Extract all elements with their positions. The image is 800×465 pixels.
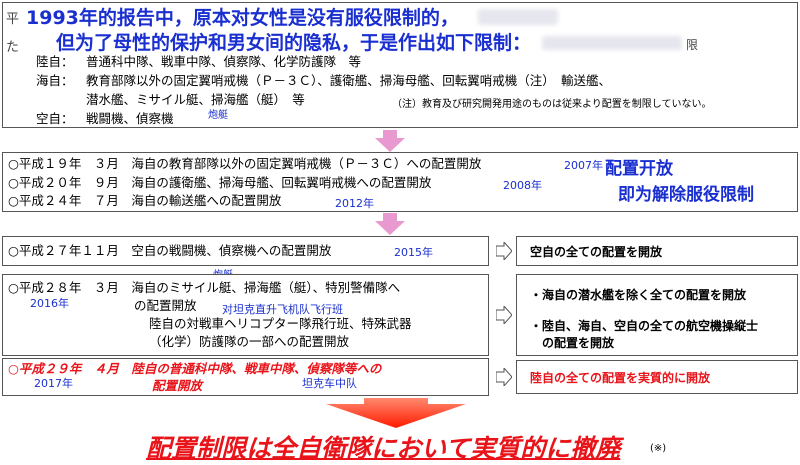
phase1-year-2008: 2008年 [503, 179, 542, 192]
phase1-annotation-2: 即为解除服役限制 [618, 185, 754, 205]
restriction-note: （注）教育及び研究開発用途のものは従来より配置を制限していない。 [392, 99, 712, 110]
phase1-annotation-1: 配置开放 [605, 159, 673, 179]
phase4-line2-annotation: 坦克车中队 [302, 377, 357, 390]
phase1-item-2008: ○平成２０年 ９月 海自の護衛艦、掃海母艦、回転翼哨戒機への配置開放 [8, 175, 432, 190]
header-line-1: 1993年的报告中，原本对女性是没有服役限制的， [26, 7, 459, 29]
phase4-line-2: 配置開放 [152, 378, 203, 393]
restriction-air-branch: 空自： [36, 111, 74, 126]
header-line-2: 但为了母性的保护和男女间的隐私，于是作出如下限制： [56, 32, 532, 54]
phase3-year: 2016年 [30, 297, 69, 310]
right-arrow-icon [496, 368, 512, 386]
phase1-item-2012: ○平成２４年 ７月 海自の輸送艦への配置開放 [8, 193, 282, 208]
restriction-navy-branch: 海自： [36, 73, 74, 88]
phase3-line-2: の配置開放 [134, 298, 197, 313]
annotation-hoting-1: 炮艇 [208, 110, 228, 121]
big-down-arrow-icon [326, 398, 466, 428]
restriction-air-text: 戦闘機、偵察機 [86, 111, 174, 126]
conclusion-note: (※) [650, 443, 667, 454]
header-prefix-2: た [6, 40, 20, 55]
restriction-army-text: 普通科中隊、戦車中隊、偵察隊、化学防護隊 等 [86, 54, 362, 69]
phase1-item-2007: ○平成１９年 ３月 海自の教育部隊以外の固定翼哨戒機（Ｐ－３Ｃ）への配置開放 [8, 156, 482, 171]
header-redacted-1 [478, 9, 558, 25]
down-arrow-icon [375, 130, 405, 152]
phase2-year: 2015年 [394, 246, 433, 259]
phase3-line-3: 陸自の対戦車ヘリコプター隊飛行班、特殊武器 [149, 316, 412, 331]
phase3-result-1: ・海自の潜水艦を除く全ての配置を開放 [530, 288, 747, 302]
phase4-result: 陸自の全ての配置を実質的に開放 [530, 371, 711, 385]
phase2-result: 空自の全ての配置を開放 [530, 245, 663, 259]
header-suffix-2: 限 [686, 38, 699, 52]
phase3-line-4: （化学）防護隊の一部への配置開放 [149, 334, 350, 349]
restriction-navy-text: 教育部隊以外の固定翼哨戒機（Ｐ－３Ｃ）、護衛艦、掃海母艦、回転翼哨戒機（注） 輸… [86, 73, 612, 88]
phase1-year-2012: 2012年 [335, 197, 374, 210]
header-prefix-1: 平 [6, 12, 20, 27]
restriction-army-branch: 陸自： [36, 54, 74, 69]
down-arrow-icon [375, 213, 405, 235]
phase3-result-3: の配置を開放 [542, 336, 615, 350]
phase2-item: ○平成２７年１１月 空自の戦闘機、偵察機への配置開放 [8, 243, 332, 258]
header-redacted-2 [542, 36, 682, 50]
phase1-year-2007: 2007年 [564, 159, 603, 172]
phase3-result-2: ・陸自、海自、空自の全ての航空機操縦士 [530, 319, 759, 333]
right-arrow-icon [496, 242, 512, 260]
phase4-year: 2017年 [34, 377, 73, 390]
restriction-navy-text-2: 潜水艦、ミサイル艇、掃海艦（艇） 等 [86, 92, 305, 107]
right-arrow-icon [496, 306, 512, 324]
